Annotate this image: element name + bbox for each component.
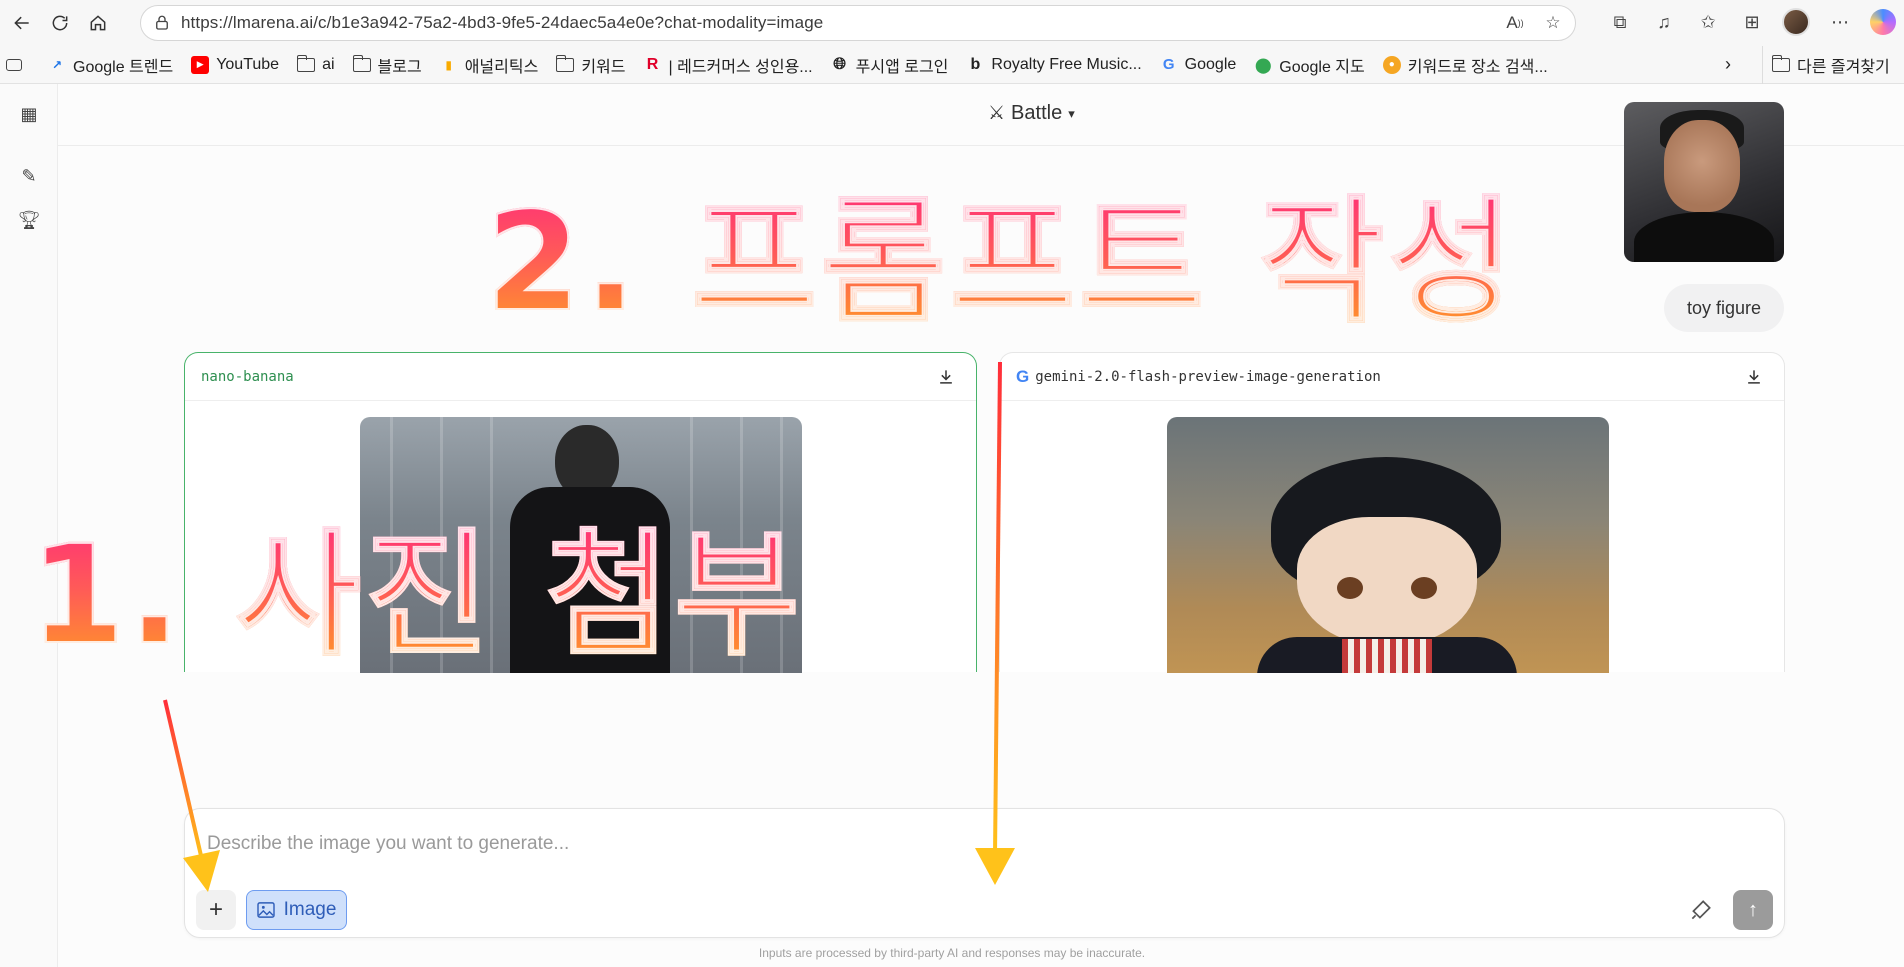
- generated-image-right[interactable]: [1167, 417, 1609, 673]
- image-mode-button[interactable]: Image: [246, 890, 347, 930]
- media-icon[interactable]: ♫: [1650, 8, 1678, 36]
- bookmark-pushapp[interactable]: 🌐︎ 푸시앱 로그인: [822, 46, 958, 84]
- download-icon[interactable]: [1744, 367, 1764, 387]
- bookmark-keyword-place[interactable]: ● 키워드로 장소 검색...: [1374, 46, 1557, 84]
- folder-icon: [1772, 54, 1790, 72]
- annotation-step2: 2. 프롬프트 작성: [485, 183, 1518, 343]
- bookmark-folder-blog[interactable]: 블로그: [344, 46, 431, 84]
- trends-icon: ↗: [51, 57, 63, 72]
- read-aloud-icon[interactable]: A)): [1505, 13, 1525, 33]
- folder-icon: [297, 54, 316, 72]
- back-icon[interactable]: [4, 5, 40, 41]
- arrow-up-icon: ↑: [1748, 898, 1758, 921]
- user-message: toy figure: [1664, 284, 1784, 332]
- b-icon: b: [970, 55, 981, 73]
- download-icon[interactable]: [936, 367, 956, 387]
- disclaimer: Inputs are processed by third-party AI a…: [758, 946, 1146, 960]
- bookmark-google-trends[interactable]: ↗ Google 트렌드: [39, 46, 182, 84]
- bookmark-folder-ai[interactable]: ai: [288, 46, 343, 84]
- cat-icon: ●: [1382, 55, 1401, 74]
- favorite-star-icon[interactable]: ☆: [1543, 13, 1563, 33]
- annotation-step1: 1. 사진 첨부: [29, 516, 804, 676]
- prompt-composer: + Image ↑: [184, 808, 1785, 938]
- prompt-input[interactable]: [207, 831, 1607, 857]
- new-chat-icon[interactable]: ✎: [17, 164, 41, 188]
- extensions-icon[interactable]: ⧉: [1606, 8, 1634, 36]
- bookmark-analytics[interactable]: ▮ 애널리틱스: [431, 46, 548, 84]
- favorites-icon[interactable]: ✩: [1694, 8, 1722, 36]
- mode-selector[interactable]: ⚔︎ Battle ▾: [988, 102, 1075, 125]
- bookmark-youtube[interactable]: ▶ YouTube: [182, 46, 288, 84]
- bookmark-redcommerce[interactable]: R | 레드커머스 성인용...: [634, 46, 821, 84]
- maps-icon: ⬤: [1254, 56, 1272, 74]
- browser-toolbar: https://lmarena.ai/c/b1e3a942-75a2-4bd3-…: [0, 0, 1904, 46]
- url-text[interactable]: https://lmarena.ai/c/b1e3a942-75a2-4bd3-…: [181, 13, 823, 33]
- bookmark-google-maps[interactable]: ⬤ Google 지도: [1245, 46, 1373, 84]
- other-bookmarks[interactable]: 다른 즐겨찾기: [1762, 45, 1899, 84]
- model-panel-right: G gemini-2.0-flash-preview-image-generat…: [999, 352, 1785, 673]
- send-button[interactable]: ↑: [1733, 890, 1773, 930]
- bookmark-folder-keyword[interactable]: 키워드: [547, 46, 634, 84]
- home-icon[interactable]: [80, 5, 116, 41]
- bookmarks-overflow-icon[interactable]: ›: [1716, 46, 1740, 84]
- bookmark-google[interactable]: G Google: [1151, 46, 1246, 84]
- analytics-icon: ▮: [445, 57, 452, 72]
- folder-icon: [556, 54, 575, 72]
- r-icon: R: [646, 55, 659, 73]
- chevron-down-icon: ▾: [1068, 105, 1075, 121]
- tools-icon[interactable]: [1688, 897, 1714, 923]
- address-bar[interactable]: https://lmarena.ai/c/b1e3a942-75a2-4bd3-…: [140, 5, 1576, 41]
- globe-icon: 🌐︎: [833, 55, 847, 73]
- bookmark-royalty-free-music[interactable]: b Royalty Free Music...: [957, 46, 1150, 84]
- lock-icon[interactable]: [153, 14, 171, 32]
- folder-icon: [352, 54, 371, 72]
- attach-plus-button[interactable]: +: [196, 890, 236, 930]
- trophy-icon[interactable]: 🏆︎: [17, 208, 41, 232]
- tab-actions-icon[interactable]: [0, 46, 39, 84]
- copilot-icon[interactable]: [1870, 9, 1896, 35]
- model-name-right: gemini-2.0-flash-preview-image-generatio…: [1035, 368, 1381, 385]
- more-menu-icon[interactable]: ⋯: [1826, 8, 1854, 36]
- google-g-icon: G: [1016, 366, 1030, 386]
- google-icon: G: [1162, 56, 1175, 73]
- collections-icon[interactable]: ⊞: [1738, 8, 1766, 36]
- user-uploaded-photo[interactable]: [1624, 102, 1784, 262]
- youtube-icon: ▶: [191, 55, 210, 74]
- profile-avatar[interactable]: [1782, 8, 1810, 36]
- leaderboard-table-icon[interactable]: ▦: [17, 102, 41, 126]
- model-name-left: nano-banana: [185, 353, 976, 401]
- swords-icon: ⚔︎: [988, 103, 1006, 124]
- bookmarks-bar: ↗ Google 트렌드 ▶ YouTube ai 블로그 ▮ 애널리틱스 키워드 R…: [0, 45, 1904, 84]
- refresh-icon[interactable]: [42, 5, 78, 41]
- screen: https://lmarena.ai/c/b1e3a942-75a2-4bd3-…: [0, 0, 1904, 967]
- model-name-header-right: G gemini-2.0-flash-preview-image-generat…: [1000, 353, 1784, 401]
- image-icon: [256, 902, 275, 918]
